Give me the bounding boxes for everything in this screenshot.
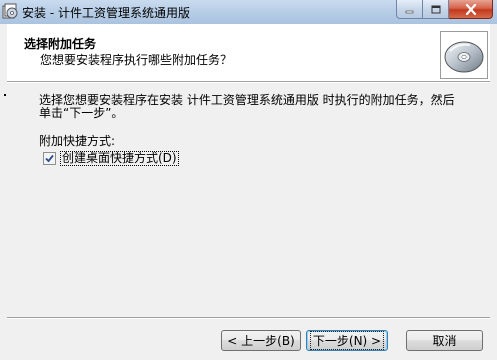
next-button-label: 下一步(N) >: [309, 331, 385, 350]
page-subtitle: 您想要安装程序执行哪些附加任务？: [40, 53, 233, 67]
maximize-icon: [431, 5, 440, 13]
header-separator: [7, 81, 490, 83]
checkmark-icon: [45, 154, 54, 163]
caption-buttons: [396, 0, 493, 20]
shortcut-group-label: 附加快捷方式:: [39, 134, 116, 148]
title-bar[interactable]: 安装 - 计件工资管理系统通用版: [0, 0, 497, 24]
cd-disc-icon: [440, 31, 488, 79]
setup-wizard-window: 安装 - 计件工资管理系统通用版 选择附加任务 您想要安装程序执行哪些附加任务？…: [0, 0, 497, 360]
next-button[interactable]: 下一步(N) >: [306, 330, 388, 351]
wizard-header: 选择附加任务 您想要安装程序执行哪些附加任务？: [7, 24, 490, 81]
back-button[interactable]: < 上一步(B): [221, 330, 301, 351]
close-icon: [465, 3, 476, 15]
desktop-shortcut-label[interactable]: 创建桌面快捷方式(D): [60, 151, 179, 166]
minimize-icon: [405, 10, 414, 13]
focus-dot: [4, 94, 6, 96]
page-title: 选择附加任务: [24, 37, 97, 51]
maximize-button[interactable]: [423, 0, 449, 19]
cancel-button-label: 取消: [432, 334, 457, 348]
close-button[interactable]: [449, 0, 493, 19]
setup-app-icon: [2, 3, 18, 19]
minimize-button[interactable]: [396, 0, 423, 19]
footer-separator: [7, 317, 490, 319]
back-button-label: < 上一步(B): [227, 334, 295, 348]
desktop-shortcut-option[interactable]: 创建桌面快捷方式(D): [43, 151, 179, 166]
desktop-shortcut-checkbox[interactable]: [43, 152, 56, 165]
task-description: 选择您想要安装程序在安装 计件工资管理系统通用版 时执行的附加任务，然后单击“下…: [39, 93, 455, 120]
cancel-button[interactable]: 取消: [406, 330, 483, 351]
window-title: 安装 - 计件工资管理系统通用版: [22, 6, 190, 20]
